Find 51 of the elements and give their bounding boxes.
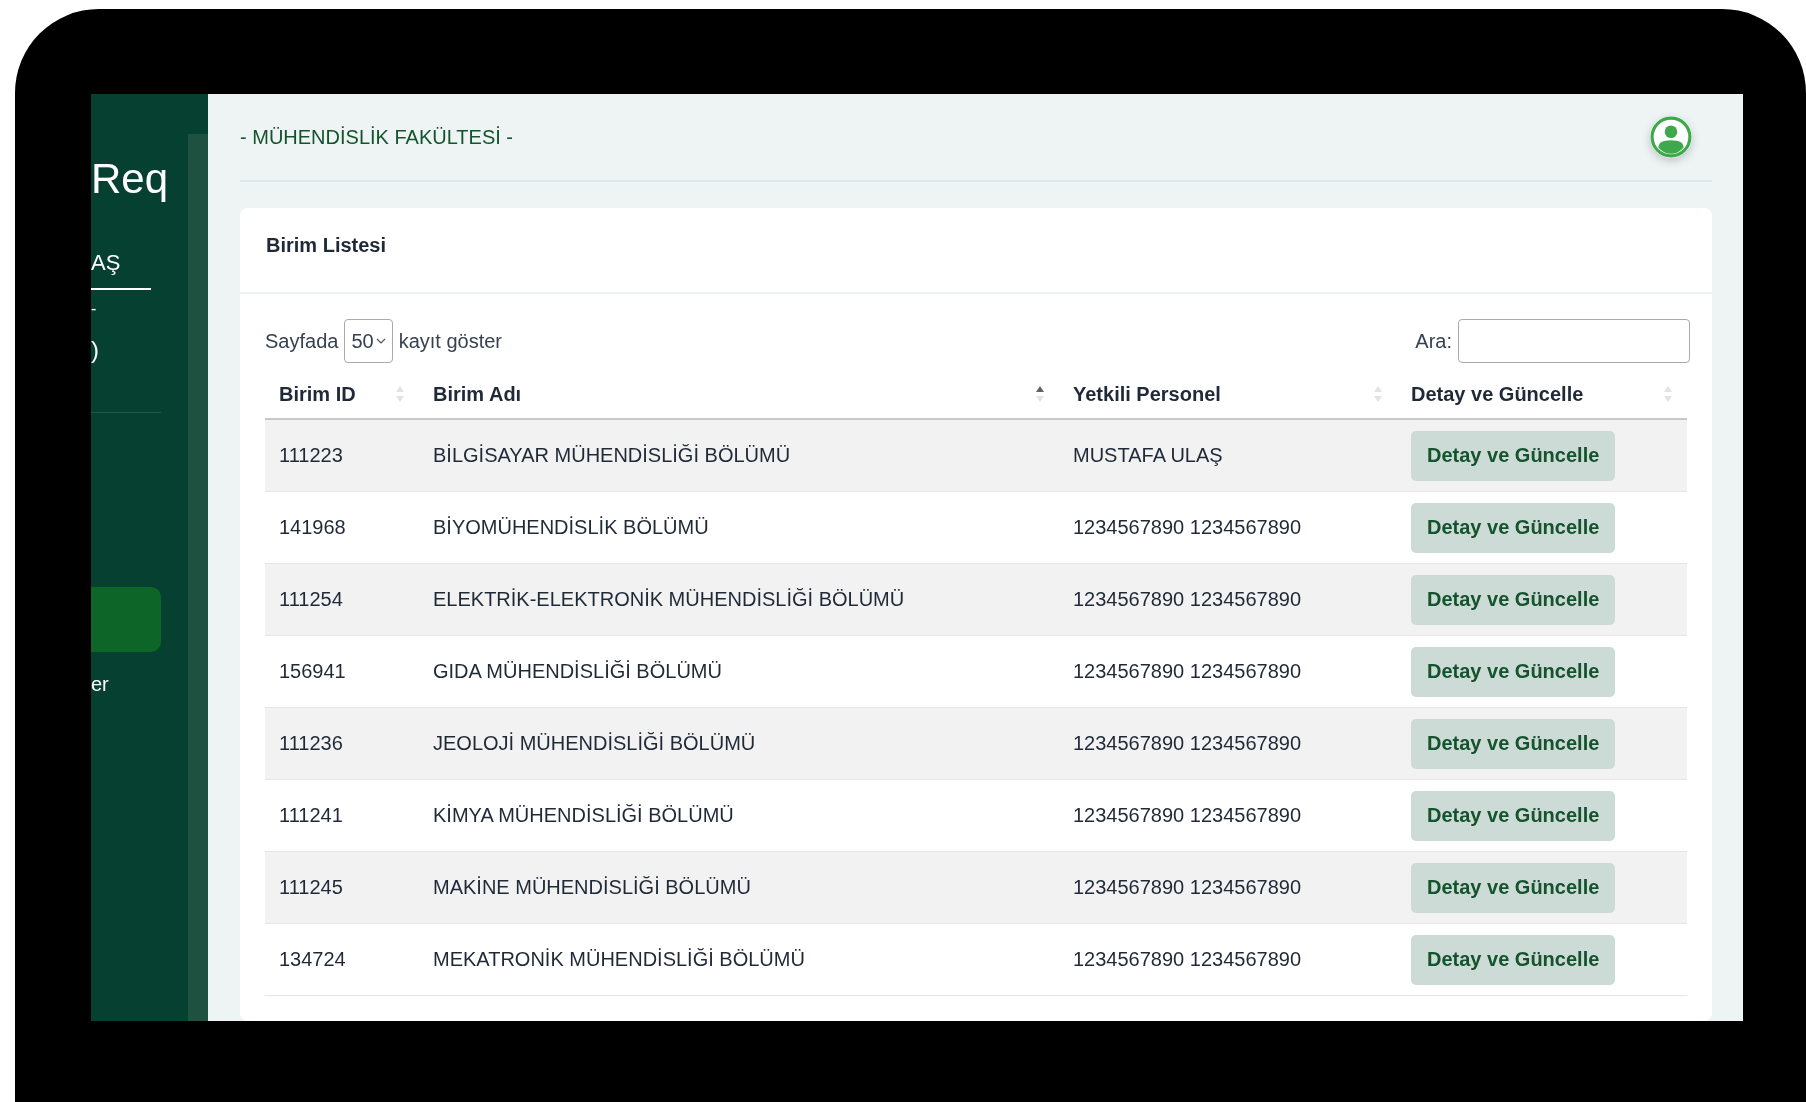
- table-cell: ELEKTRİK-ELEKTRONİK MÜHENDİSLİĞİ BÖLÜMÜ: [433, 588, 905, 610]
- table-cell: 111245: [279, 876, 343, 898]
- detail-update-button[interactable]: Detay ve Güncelle: [1411, 430, 1616, 481]
- user-name: AŞ: [91, 250, 151, 290]
- table-cell: 1234567890 1234567890: [1073, 516, 1302, 538]
- page-length-label: kayıt göster: [398, 329, 503, 353]
- chevron-down-icon[interactable]: [375, 338, 386, 344]
- detail-update-button[interactable]: Detay ve Güncelle: [1411, 934, 1616, 985]
- user-role-text: -: [91, 300, 98, 318]
- table-cell: 111241: [279, 804, 343, 826]
- column-header[interactable]: Yetkili Personel: [1073, 382, 1221, 406]
- brand-text: Req: [91, 158, 170, 200]
- column-header[interactable]: Birim ID: [279, 382, 356, 406]
- card-title: Birim Listesi: [240, 208, 1712, 294]
- detail-update-button[interactable]: Detay ve Güncelle: [1411, 718, 1616, 769]
- table-cell: 111223: [279, 444, 343, 466]
- page-length-select[interactable]: 50: [344, 319, 393, 363]
- user-info-text: ): [91, 336, 100, 364]
- table-cell: BİYOMÜHENDİSLİK BÖLÜMÜ: [433, 516, 709, 538]
- table-cell: 111236: [279, 732, 343, 754]
- table-cell: 141968: [279, 516, 346, 538]
- table-cell: 134724: [279, 948, 346, 970]
- table-cell: 1234567890 1234567890: [1073, 948, 1302, 970]
- table-cell: JEOLOJİ MÜHENDİSLİĞİ BÖLÜMÜ: [433, 732, 756, 754]
- table-cell: 1234567890 1234567890: [1073, 804, 1302, 826]
- detail-update-button[interactable]: Detay ve Güncelle: [1411, 646, 1616, 697]
- detail-update-button[interactable]: Detay ve Güncelle: [1411, 574, 1616, 625]
- column-header[interactable]: Detay ve Güncelle: [1411, 382, 1584, 406]
- table-cell: 1234567890 1234567890: [1073, 876, 1302, 898]
- table-cell: MAKİNE MÜHENDİSLİĞİ BÖLÜMÜ: [433, 876, 751, 898]
- faculty-title: - MÜHENDİSLİK FAKÜLTESİ -: [240, 125, 513, 149]
- user-avatar-icon[interactable]: [1650, 116, 1692, 158]
- sort-icon[interactable]: [1035, 385, 1045, 403]
- table-cell: 1234567890 1234567890: [1073, 588, 1302, 610]
- page-length-label: Sayfada: [265, 329, 339, 353]
- menu-item[interactable]: er: [91, 652, 161, 717]
- search-label: Ara:: [1415, 329, 1452, 353]
- table-cell: 111254: [279, 588, 343, 610]
- detail-update-button[interactable]: Detay ve Güncelle: [1411, 502, 1616, 553]
- table-cell: BİLGİSAYAR MÜHENDİSLİĞİ BÖLÜMÜ: [433, 444, 791, 466]
- table-cell: GIDA MÜHENDİSLİĞİ BÖLÜMÜ: [433, 660, 722, 682]
- detail-update-button[interactable]: Detay ve Güncelle: [1411, 862, 1616, 913]
- column-header[interactable]: Birim Adı: [433, 382, 522, 406]
- search-field[interactable]: [1458, 319, 1690, 363]
- table-cell: 1234567890 1234567890: [1073, 732, 1302, 754]
- table-cell: KİMYA MÜHENDİSLİĞİ BÖLÜMÜ: [433, 804, 734, 826]
- table-cell: 1234567890 1234567890: [1073, 660, 1302, 682]
- table-cell: MUSTAFA ULAŞ: [1073, 444, 1223, 466]
- detail-update-button[interactable]: Detay ve Güncelle: [1411, 790, 1616, 841]
- table-cell: 156941: [279, 660, 346, 682]
- table-cell: MEKATRONİK MÜHENDİSLİĞİ BÖLÜMÜ: [433, 948, 805, 970]
